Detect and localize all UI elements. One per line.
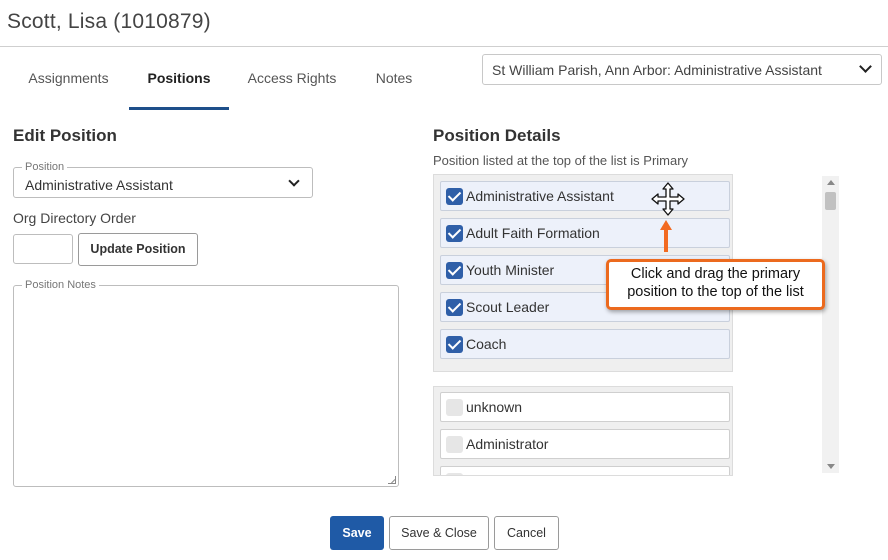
callout-line-2: position to the top of the list [627, 284, 804, 300]
checkbox-checked-icon[interactable] [446, 336, 463, 353]
tab-notes[interactable]: Notes [355, 48, 433, 110]
page-title: Scott, Lisa (1010879) [7, 10, 211, 33]
tab-assignments[interactable]: Assignments [8, 48, 129, 110]
position-select[interactable]: Position Administrative Assistant [13, 161, 313, 198]
list-item[interactable]: Coach [440, 329, 730, 359]
checkbox-unchecked-icon[interactable] [446, 473, 463, 475]
position-details-title: Position Details [433, 126, 561, 145]
available-positions-list: unknown Administrator [433, 386, 733, 476]
edit-position-title: Edit Position [13, 126, 117, 145]
positions-scrollbar[interactable] [822, 176, 839, 473]
update-position-button[interactable]: Update Position [78, 233, 198, 266]
list-item-label: Adult Faith Formation [466, 225, 600, 241]
scroll-down-arrow-icon[interactable] [827, 464, 835, 469]
position-details-subtitle: Position listed at the top of the list i… [433, 153, 689, 168]
save-button[interactable]: Save [330, 516, 384, 550]
position-select-value: Administrative Assistant [25, 177, 173, 193]
list-item[interactable]: Administrative Assistant [440, 181, 730, 211]
tab-access-rights[interactable]: Access Rights [229, 48, 355, 110]
checkbox-checked-icon[interactable] [446, 225, 463, 242]
cancel-button[interactable]: Cancel [494, 516, 559, 550]
checkbox-checked-icon[interactable] [446, 188, 463, 205]
assignment-select-value: St William Parish, Ann Arbor: Administra… [492, 62, 822, 78]
assignment-select[interactable]: St William Parish, Ann Arbor: Administra… [482, 54, 882, 85]
chevron-down-icon [859, 60, 872, 73]
list-item[interactable]: Adult Faith Formation [440, 218, 730, 248]
callout-line-1: Click and drag the primary [630, 266, 801, 282]
arrow-up-icon [660, 220, 672, 252]
org-directory-order-label: Org Directory Order [13, 210, 136, 226]
list-item-label: Youth Minister [466, 262, 555, 278]
list-item-label: Administrator [466, 436, 549, 452]
list-item-label: Administrative Assistant [466, 188, 614, 204]
scroll-up-arrow-icon[interactable] [827, 180, 835, 185]
position-notes-legend: Position Notes [22, 279, 99, 291]
resize-grip-icon[interactable] [388, 476, 396, 484]
list-item-label: Coach [466, 336, 507, 352]
checkbox-checked-icon[interactable] [446, 299, 463, 316]
list-item-label: Scout Leader [466, 299, 550, 315]
list-item[interactable] [440, 466, 730, 475]
position-notes-textarea[interactable]: Position Notes [13, 279, 399, 487]
list-item[interactable]: Administrator [440, 429, 730, 459]
list-item-label: unknown [466, 399, 523, 415]
checkbox-checked-icon[interactable] [446, 262, 463, 279]
move-cursor-icon [651, 182, 685, 216]
instruction-callout: Click and drag the primary position to t… [606, 259, 825, 310]
tab-bar: Assignments Positions Access Rights Note… [8, 48, 433, 110]
tab-positions[interactable]: Positions [129, 48, 229, 110]
org-directory-order-input[interactable] [13, 234, 73, 264]
scrollbar-thumb[interactable] [825, 192, 836, 210]
checkbox-unchecked-icon[interactable] [446, 399, 463, 416]
position-legend: Position [22, 161, 68, 173]
header-divider [0, 46, 888, 47]
checkbox-unchecked-icon[interactable] [446, 436, 463, 453]
save-close-button[interactable]: Save & Close [389, 516, 489, 550]
list-item[interactable]: unknown [440, 392, 730, 422]
chevron-down-icon [288, 175, 300, 187]
